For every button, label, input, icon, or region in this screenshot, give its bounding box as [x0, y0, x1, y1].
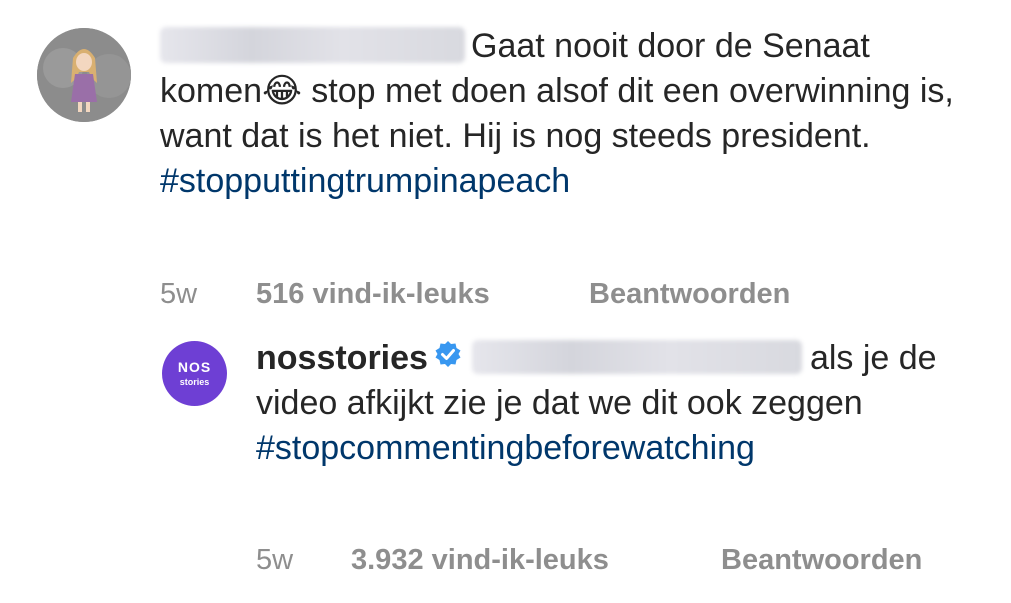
comment-1-reply-button[interactable]: Beantwoorden [589, 277, 790, 311]
nos-logo-subtext: stories [179, 377, 210, 387]
comment-1-likes-button[interactable]: 516 vind-ik-leuks [256, 277, 490, 311]
comment-2-likes-button[interactable]: 3.932 vind-ik-leuks [351, 543, 609, 577]
user-avatar-illustration-icon [37, 28, 131, 122]
comment-1-hashtag-link[interactable]: #stopputtingtrumpinapeach [160, 159, 570, 204]
nosstories-avatar[interactable]: NOS stories [162, 341, 227, 406]
redacted-mention[interactable] [471, 340, 802, 375]
user-avatar[interactable] [37, 28, 131, 122]
comment-2-text: nosstories als je de video afkijkt zie je… [256, 336, 986, 471]
comment-2-hashtag-link[interactable]: #stopcommentingbeforewatching [256, 426, 755, 471]
comment-1-time: 5w [160, 278, 198, 310]
laughing-emoji-icon: 😂 [262, 72, 302, 110]
redacted-username[interactable] [160, 27, 465, 64]
comment-2-username-link[interactable]: nosstories [256, 339, 428, 377]
nos-logo-text: NOS [177, 359, 212, 375]
comment-2-reply-button[interactable]: Beantwoorden [721, 543, 922, 577]
comment-2-actions: 5w 3.932 vind-ik-leuks Beantwoorden [0, 543, 1011, 577]
comment-2-time: 5w [256, 544, 294, 576]
verified-badge-icon [434, 335, 462, 380]
comment-1-text: Gaat nooit door de Senaat komen😂 stop me… [160, 24, 980, 204]
comment-1-actions: 5w 516 vind-ik-leuks Beantwoorden [0, 277, 1011, 311]
